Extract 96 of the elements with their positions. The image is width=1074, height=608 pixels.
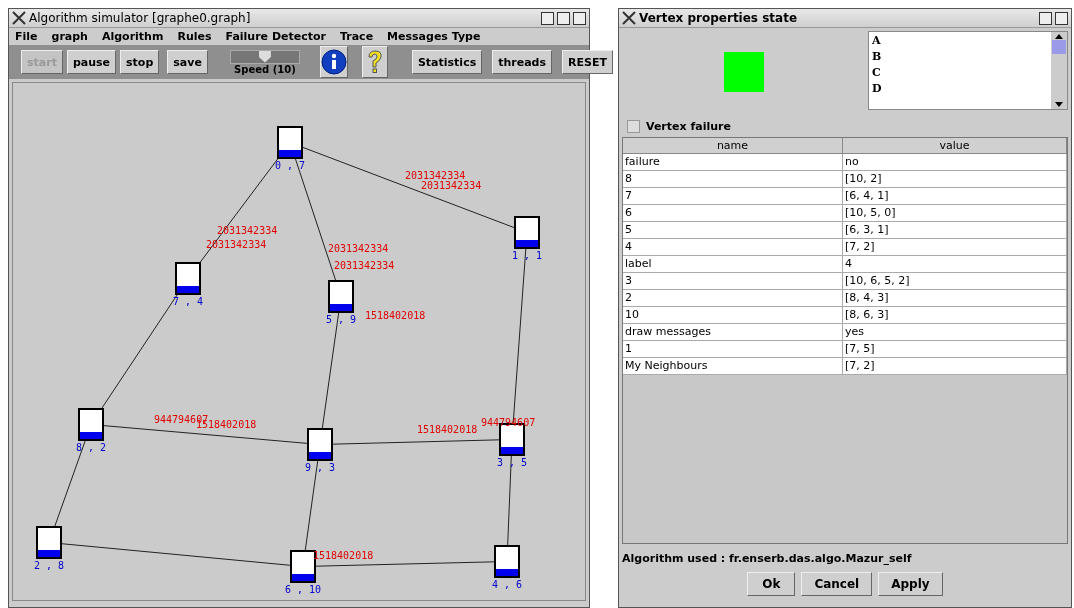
table-cell: [10, 2]: [843, 171, 1067, 188]
table-cell: 8: [623, 171, 843, 188]
table-cell: [8, 4, 3]: [843, 290, 1067, 307]
window-title: Algorithm simulator [graphe0.graph]: [29, 11, 252, 25]
menu-item[interactable]: Rules: [177, 30, 212, 43]
maximize-button[interactable]: [557, 11, 570, 25]
list-item[interactable]: D: [872, 81, 1048, 97]
table-cell: 2: [623, 290, 843, 307]
column-header[interactable]: name: [623, 138, 843, 154]
menu-item[interactable]: Failure Detector: [225, 30, 326, 43]
speed-label: Speed (10): [234, 63, 296, 75]
table-cell: [7, 5]: [843, 341, 1067, 358]
menu-item[interactable]: File: [15, 30, 38, 43]
table-cell: [10, 5, 0]: [843, 205, 1067, 222]
menu-item[interactable]: Trace: [339, 30, 374, 43]
toolbar-button[interactable]: RESET: [562, 50, 613, 74]
close-button[interactable]: [1055, 11, 1068, 25]
toolbar-button[interactable]: stop: [120, 50, 160, 74]
vertex-node[interactable]: [175, 262, 201, 295]
vertex-label: 9 , 3: [304, 462, 336, 473]
scrollbar-thumb[interactable]: [1052, 40, 1066, 54]
message-label: 2031342334: [217, 225, 278, 236]
message-label: 1518402018: [365, 310, 426, 321]
list-item[interactable]: C: [872, 65, 1048, 81]
checkbox[interactable]: [627, 119, 640, 133]
vertex-label: 2 , 8: [33, 560, 65, 571]
vertex-label: 8 , 2: [75, 442, 107, 453]
minimize-button[interactable]: [541, 11, 554, 25]
vertex-node[interactable]: [290, 550, 316, 583]
info-button[interactable]: [319, 46, 348, 78]
toolbar-button[interactable]: threads: [492, 50, 553, 74]
message-label: 1518402018: [417, 424, 478, 435]
algorithm-text: Algorithm used : fr.enserb.das.algo.Mazur_self: [621, 551, 913, 567]
table-cell: 10: [623, 307, 843, 324]
message-label: 2031342334: [421, 180, 482, 191]
scrollbar[interactable]: [1051, 32, 1067, 109]
table-cell: [6, 4, 1]: [843, 188, 1067, 205]
table-cell: 1: [623, 341, 843, 358]
message-label: 2031342334: [334, 260, 395, 271]
vertex-node[interactable]: [328, 280, 354, 313]
menu-item[interactable]: Messages Type: [387, 30, 481, 43]
table-cell: yes: [843, 324, 1067, 341]
toolbar-button[interactable]: Statistics: [411, 50, 483, 74]
table-cell: no: [843, 154, 1067, 171]
dialog-button[interactable]: Apply: [878, 572, 943, 596]
vertex-label: 6 , 10: [284, 584, 322, 595]
table-cell: [7, 2]: [843, 358, 1067, 375]
x-logo-icon: [12, 11, 26, 25]
x-logo-icon: [622, 11, 636, 25]
window-title: Vertex properties state: [639, 11, 799, 25]
scroll-down-icon[interactable]: [1054, 101, 1064, 109]
list-item[interactable]: A: [872, 33, 1048, 49]
message-label: 2031342334: [328, 243, 389, 254]
vertex-node[interactable]: [78, 408, 104, 441]
table-cell: 6: [623, 205, 843, 222]
message-label: 2031342334: [405, 170, 466, 181]
vertex-label: 1 , 1: [511, 250, 543, 261]
table-cell: My Neighbours: [623, 358, 843, 375]
menu-item[interactable]: graph: [51, 30, 88, 43]
table-cell: [7, 2]: [843, 239, 1067, 256]
table-cell: 5: [623, 222, 843, 239]
table-cell: 4: [843, 256, 1067, 273]
table-cell: draw messages: [623, 324, 843, 341]
dialog-button[interactable]: Cancel: [801, 572, 873, 596]
table-cell: [10, 6, 5, 2]: [843, 273, 1067, 290]
vertex-label: 0 , 7: [274, 160, 306, 171]
table-cell: 3: [623, 273, 843, 290]
table-cell: 4: [623, 239, 843, 256]
vertex-label: 3 , 5: [496, 457, 528, 468]
help-button[interactable]: [361, 46, 388, 78]
list-item[interactable]: B: [872, 49, 1048, 65]
checkbox-label: Vertex failure: [646, 119, 731, 133]
maximize-button[interactable]: [1039, 11, 1052, 25]
dialog-button[interactable]: Ok: [747, 572, 796, 596]
table-cell: [8, 6, 3]: [843, 307, 1067, 324]
vertex-node[interactable]: [36, 526, 62, 559]
speed-slider[interactable]: [229, 49, 300, 64]
table-cell: label: [623, 256, 843, 273]
vertex-node[interactable]: [307, 428, 333, 461]
save-button[interactable]: save: [167, 50, 208, 74]
vertex-node[interactable]: [277, 126, 303, 159]
slider-thumb[interactable]: [258, 50, 271, 63]
info-icon: [320, 49, 347, 75]
vertex-label: 5 , 9: [325, 314, 357, 325]
vertex-label: 4 , 6: [491, 579, 523, 590]
vertex-node[interactable]: [494, 545, 520, 578]
toolbar-button[interactable]: pause: [66, 50, 117, 74]
close-button[interactable]: [573, 11, 586, 25]
table-cell: 7: [623, 188, 843, 205]
table-cell: failure: [623, 154, 843, 171]
column-header[interactable]: value: [843, 138, 1067, 154]
vertex-node[interactable]: [514, 216, 540, 249]
table-cell: [6, 3, 1]: [843, 222, 1067, 239]
vertex-label: 7 , 4: [172, 296, 204, 307]
menu-item[interactable]: Algorithm: [101, 30, 164, 43]
message-label: 2031342334: [206, 239, 267, 250]
